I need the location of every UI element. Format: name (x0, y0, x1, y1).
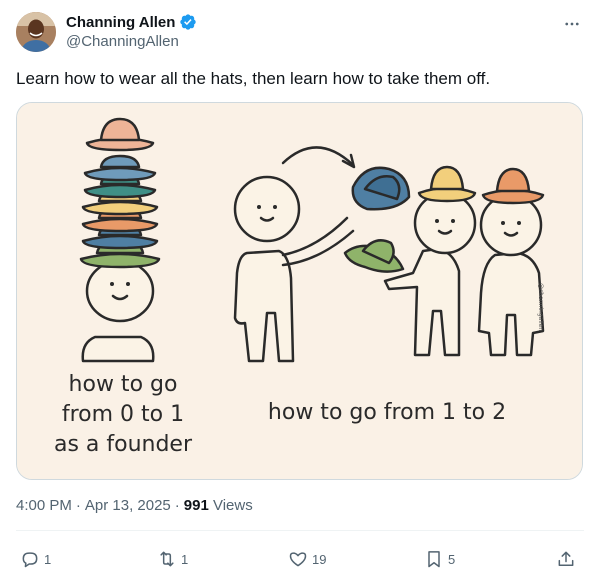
heart-icon (289, 552, 307, 567)
bookmark-button[interactable]: 5 (424, 544, 455, 574)
caption-left-line-1: how to go (69, 372, 178, 397)
caption-left-line-2: from 0 to 1 (62, 402, 184, 427)
tweet-text: Learn how to wear all the hats, then lea… (16, 69, 491, 88)
reply-bubble-icon (22, 552, 38, 568)
like-count: 19 (312, 551, 327, 567)
actions-divider (16, 530, 584, 531)
author-display-name[interactable]: Channing Allen (66, 14, 175, 31)
like-button[interactable]: 19 (288, 544, 326, 574)
author-handle[interactable]: @ChanningAllen (66, 33, 179, 50)
author-avatar[interactable] (16, 12, 56, 52)
tweet-time[interactable]: 4:00 PM (16, 497, 72, 514)
repost-arrows-icon (160, 551, 174, 567)
views-count[interactable]: 991 (184, 497, 209, 514)
tweet-actions-bar: 1 1 19 5 (16, 544, 584, 574)
bookmark-icon (428, 551, 440, 568)
tweet-card: Channing Allen @ChanningAllen Learn how … (0, 0, 600, 584)
share-button[interactable] (556, 544, 576, 574)
repost-button[interactable]: 1 (157, 544, 188, 574)
share-upload-icon (558, 551, 574, 566)
tweet-date[interactable]: Apr 13, 2025 (85, 497, 171, 514)
caption-right: how to go from 1 to 2 (268, 400, 506, 425)
reply-count: 1 (44, 551, 52, 567)
image-watermark: @channingallen (537, 283, 544, 331)
tweet-image[interactable]: @channingallen how to go from 0 to 1 as … (16, 102, 583, 480)
tweet-meta: 4:00 PM · Apr 13, 2025 · 991 Views (16, 497, 253, 514)
reply-button[interactable]: 1 (20, 544, 51, 574)
more-options-button[interactable] (560, 12, 584, 36)
more-horizontal-icon (565, 22, 579, 26)
views-label: Views (212, 497, 253, 514)
meta-separator: · (75, 497, 81, 514)
meta-separator: · (174, 497, 180, 514)
blue-hat-illustration (351, 166, 411, 211)
bookmark-count: 5 (448, 551, 456, 567)
verified-badge-icon[interactable] (179, 13, 197, 31)
repost-count: 1 (181, 551, 189, 567)
author-name-row[interactable]: Channing Allen (66, 13, 197, 31)
caption-left-line-3: as a founder (54, 432, 193, 457)
